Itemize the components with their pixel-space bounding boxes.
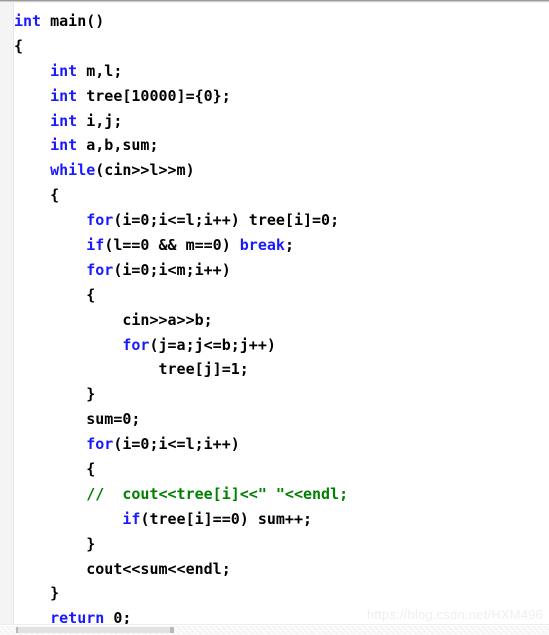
code-line: for(j=a;j<=b;j++) [14,333,549,358]
code-keyword: for [86,211,114,230]
code-keyword: int [50,61,78,80]
code-line: int i,j; [14,109,549,134]
code-line: for(i=0;i<m;i++) [14,258,549,283]
code-keyword: int [50,111,78,130]
code-text: cout<<sum<<endl; [86,559,231,578]
code-text: } [50,584,60,603]
scrollbar-thumb[interactable] [18,627,170,633]
code-keyword: int [14,12,42,30]
code-text: cin>>a>>b; [122,310,213,329]
code-keyword: while [50,161,96,180]
code-text: tree[j]=1; [158,360,249,379]
code-line: if(l==0 && m==0) break; [14,233,549,258]
scrollbar-thumb-right-cap[interactable] [170,627,174,633]
editor-gutter-margin[interactable] [0,3,14,624]
code-text: (i=0;i<=l;i++) tree[i]=0; [113,211,340,230]
code-keyword: if [122,509,141,528]
code-line: } [14,581,549,606]
code-keyword: for [86,435,114,454]
code-line: int main() [14,9,549,34]
code-text: } [86,534,96,553]
code-text: { [50,186,60,205]
horizontal-scrollbar[interactable] [0,624,549,635]
code-text: ; [284,236,294,255]
code-text: (i=0;i<m;i++) [113,260,231,279]
code-keyword: if [86,236,105,255]
code-text: { [14,36,24,55]
code-text: a,b,sum; [77,136,159,155]
code-line: { [14,183,549,208]
code-viewport[interactable]: int main() { int m,l; int tree[10000]={0… [14,3,549,624]
code-text: (cin>>l>>m) [95,161,195,180]
source-code[interactable]: int main() { int m,l; int tree[10000]={0… [14,3,549,624]
code-text: main() [41,12,105,30]
code-line: cin>>a>>b; [14,308,549,333]
code-line: } [14,532,549,557]
code-text: 0; [104,609,132,624]
code-line: for(i=0;i<=l;i++) [14,432,549,457]
code-line: { [14,457,549,482]
code-text: (j=a;j<=b;j++) [149,335,276,354]
code-keyword: int [50,86,78,105]
code-line: int tree[10000]={0}; [14,84,549,109]
code-text: (tree[i]==0) sum++; [140,509,313,528]
code-text: { [86,285,96,304]
code-editor: int main() { int m,l; int tree[10000]={0… [0,0,549,635]
code-line: int a,b,sum; [14,133,549,158]
code-line: while(cin>>l>>m) [14,158,549,183]
code-text: } [86,385,96,404]
code-line: { [14,283,549,308]
code-line: sum=0; [14,407,549,432]
code-line: tree[j]=1; [14,357,549,382]
code-keyword: for [122,335,150,354]
code-line: // cout<<tree[i]<<" "<<endl; [14,482,549,507]
code-text: tree[10000]={0}; [77,86,231,105]
code-text: sum=0; [86,410,141,429]
code-text: (l==0 && m==0) [104,236,240,255]
code-line: if(tree[i]==0) sum++; [14,507,549,532]
code-keyword: for [86,260,114,279]
code-keyword: return [50,609,105,624]
code-line: cout<<sum<<endl; [14,557,549,582]
code-line: for(i=0;i<=l;i++) tree[i]=0; [14,208,549,233]
code-text: { [86,460,96,479]
code-keyword: break [239,236,285,255]
watermark-text: https://blog.csdn.net/HXM496 [366,607,543,622]
code-text: i,j; [77,111,123,130]
code-line: { [14,34,549,59]
code-keyword: int [50,136,78,155]
code-line: } [14,382,549,407]
code-text: m,l; [77,61,123,80]
code-text: (i=0;i<=l;i++) [113,435,240,454]
code-comment: // cout<<tree[i]<<" "<<endl; [86,484,349,503]
code-line: int m,l; [14,59,549,84]
